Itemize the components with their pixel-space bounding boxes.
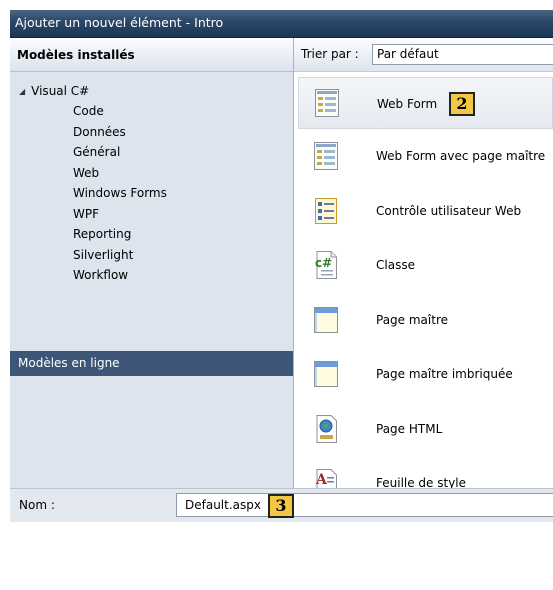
template-item-stylesheet[interactable]: A Feuille de style bbox=[298, 457, 553, 488]
window-title: Ajouter un nouvel élément - Intro bbox=[10, 10, 553, 38]
tree-item-silverlight[interactable]: Silverlight bbox=[10, 245, 293, 266]
template-list-panel: Trier par : Par défaut Web Form 2 Web Fo… bbox=[294, 38, 553, 488]
html-page-icon bbox=[316, 415, 337, 443]
svg-text:c#: c# bbox=[315, 256, 332, 270]
webform-master-icon bbox=[314, 142, 338, 170]
tree-item-general[interactable]: Général bbox=[10, 142, 293, 163]
name-bar: Nom : 3 bbox=[10, 488, 553, 522]
nested-master-page-icon bbox=[314, 361, 338, 387]
template-tree-panel: Modèles installés ◢ Visual C# Code Donnée… bbox=[10, 38, 294, 488]
template-label: Page maître imbriquée bbox=[376, 367, 513, 381]
svg-text:A: A bbox=[315, 472, 328, 488]
name-input[interactable] bbox=[176, 493, 553, 517]
template-label: Contrôle utilisateur Web bbox=[376, 204, 522, 218]
master-page-icon bbox=[314, 307, 338, 333]
tree-item-reporting[interactable]: Reporting bbox=[10, 224, 293, 245]
tree-node-visual-csharp[interactable]: ◢ Visual C# bbox=[10, 82, 293, 101]
sort-dropdown[interactable]: Par défaut bbox=[372, 44, 553, 65]
sort-label: Trier par : bbox=[301, 47, 359, 61]
tree-item-web[interactable]: Web bbox=[10, 163, 293, 184]
user-control-icon bbox=[315, 198, 337, 224]
template-item-web-form-master[interactable]: Web Form avec page maître bbox=[298, 130, 553, 182]
tree-node-label: Visual C# bbox=[31, 84, 90, 98]
tree-item-workflow[interactable]: Workflow bbox=[10, 265, 293, 286]
stylesheet-icon: A bbox=[315, 469, 337, 488]
template-item-class[interactable]: c# Classe bbox=[298, 239, 553, 291]
template-label: Feuille de style bbox=[376, 476, 467, 488]
tree-item-donnees[interactable]: Données bbox=[10, 122, 293, 143]
template-item-html-page[interactable]: Page HTML bbox=[298, 403, 553, 455]
template-item-master-page[interactable]: Page maître bbox=[298, 294, 553, 346]
csharp-class-icon: c# bbox=[315, 251, 337, 279]
name-label: Nom : bbox=[19, 498, 55, 512]
tree-item-windows-forms[interactable]: Windows Forms bbox=[10, 183, 293, 204]
tree-item-code[interactable]: Code bbox=[10, 101, 293, 122]
template-label: Classe bbox=[376, 258, 415, 272]
template-tree: ◢ Visual C# Code Données Général Web Wind… bbox=[10, 72, 293, 286]
collapse-triangle-icon[interactable]: ◢ bbox=[19, 87, 25, 96]
installed-templates-header[interactable]: Modèles installés bbox=[10, 38, 293, 72]
online-templates-header[interactable]: Modèles en ligne bbox=[10, 351, 293, 376]
template-item-user-control[interactable]: Contrôle utilisateur Web bbox=[298, 185, 553, 237]
template-item-nested-master-page[interactable]: Page maître imbriquée bbox=[298, 348, 553, 400]
template-item-web-form[interactable]: Web Form 2 bbox=[298, 77, 553, 129]
callout-badge-3: 3 bbox=[268, 494, 294, 518]
template-label: Page HTML bbox=[376, 422, 443, 436]
template-label: Web Form avec page maître bbox=[376, 149, 546, 163]
template-label: Web Form bbox=[377, 97, 438, 111]
add-new-item-dialog: Ajouter un nouvel élément - Intro Modèle… bbox=[10, 10, 553, 522]
tree-item-wpf[interactable]: WPF bbox=[10, 204, 293, 225]
callout-badge-2: 2 bbox=[449, 92, 475, 116]
sort-bar: Trier par : Par défaut bbox=[294, 38, 553, 72]
template-label: Page maître bbox=[376, 313, 448, 327]
webform-icon bbox=[315, 89, 339, 117]
